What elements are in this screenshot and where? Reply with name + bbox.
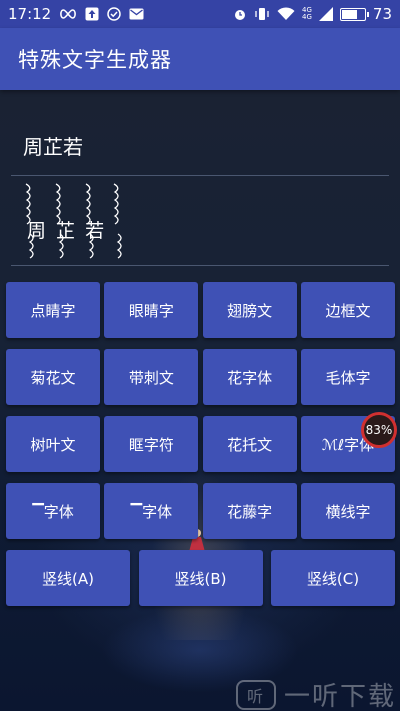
app-title: 特殊文字生成器 [18,48,172,72]
watermark: 听 一听下载 [236,676,396,711]
biankuang-button[interactable]: 边框文 [300,282,395,338]
upload-icon [85,7,99,21]
app-bar: 特殊文字生成器 [0,28,400,90]
mail-icon [129,8,144,20]
overline-font-button-2[interactable]: ▔字体 [104,483,199,539]
name-input-container [11,116,389,176]
output-area[interactable]: 周 芷 若 [11,178,389,266]
network-type: 4G 4G [302,6,312,21]
signal-icon [318,7,333,21]
kuangzifu-button[interactable]: 眶字符 [104,416,199,472]
wifi-icon [277,7,295,21]
dianjing-button[interactable]: 点睛字 [6,282,100,338]
overline-font-button[interactable]: ▔字体 [6,483,100,539]
check-circle-icon [107,7,121,21]
battery-icon [339,7,369,21]
maoti-button[interactable]: 毛体字 [300,349,395,405]
huaziti-button[interactable]: 花字体 [202,349,297,405]
yanjing-button[interactable]: 眼睛字 [104,282,199,338]
style-button-grid: 点睛字 眼睛字 翅膀文 边框文 菊花文 带刺文 花字体 毛体字 树叶文 眶字符 … [6,282,395,617]
name-input[interactable] [11,116,389,175]
juhua-button[interactable]: 菊花文 [6,349,100,405]
vertical-line-b-button[interactable]: 竖线(B) [138,550,263,606]
daici-button[interactable]: 带刺文 [104,349,199,405]
huatuo-button[interactable]: 花托文 [202,416,297,472]
shuye-button[interactable]: 树叶文 [6,416,100,472]
hengxian-button[interactable]: 横线字 [300,483,395,539]
alarm-icon [233,7,247,21]
huateng-button[interactable]: 花藤字 [202,483,297,539]
output-text: 周 芷 若 [27,220,107,242]
watermark-text: 一听下载 [284,682,397,711]
vertical-line-c-button[interactable]: 竖线(C) [271,550,395,606]
memory-badge[interactable]: 83% [361,412,397,448]
infinity-icon [59,9,77,19]
chibang-button[interactable]: 翅膀文 [202,282,297,338]
battery-percent: 73 [372,5,392,23]
status-time: 17:12 [8,5,52,23]
vertical-line-a-button[interactable]: 竖线(A) [6,550,130,606]
watermark-logo: 听 [236,679,276,710]
status-bar: 17:12 4G 4G 73 [0,0,400,28]
vibrate-icon [254,7,270,21]
decoration-glyph [113,183,122,259]
